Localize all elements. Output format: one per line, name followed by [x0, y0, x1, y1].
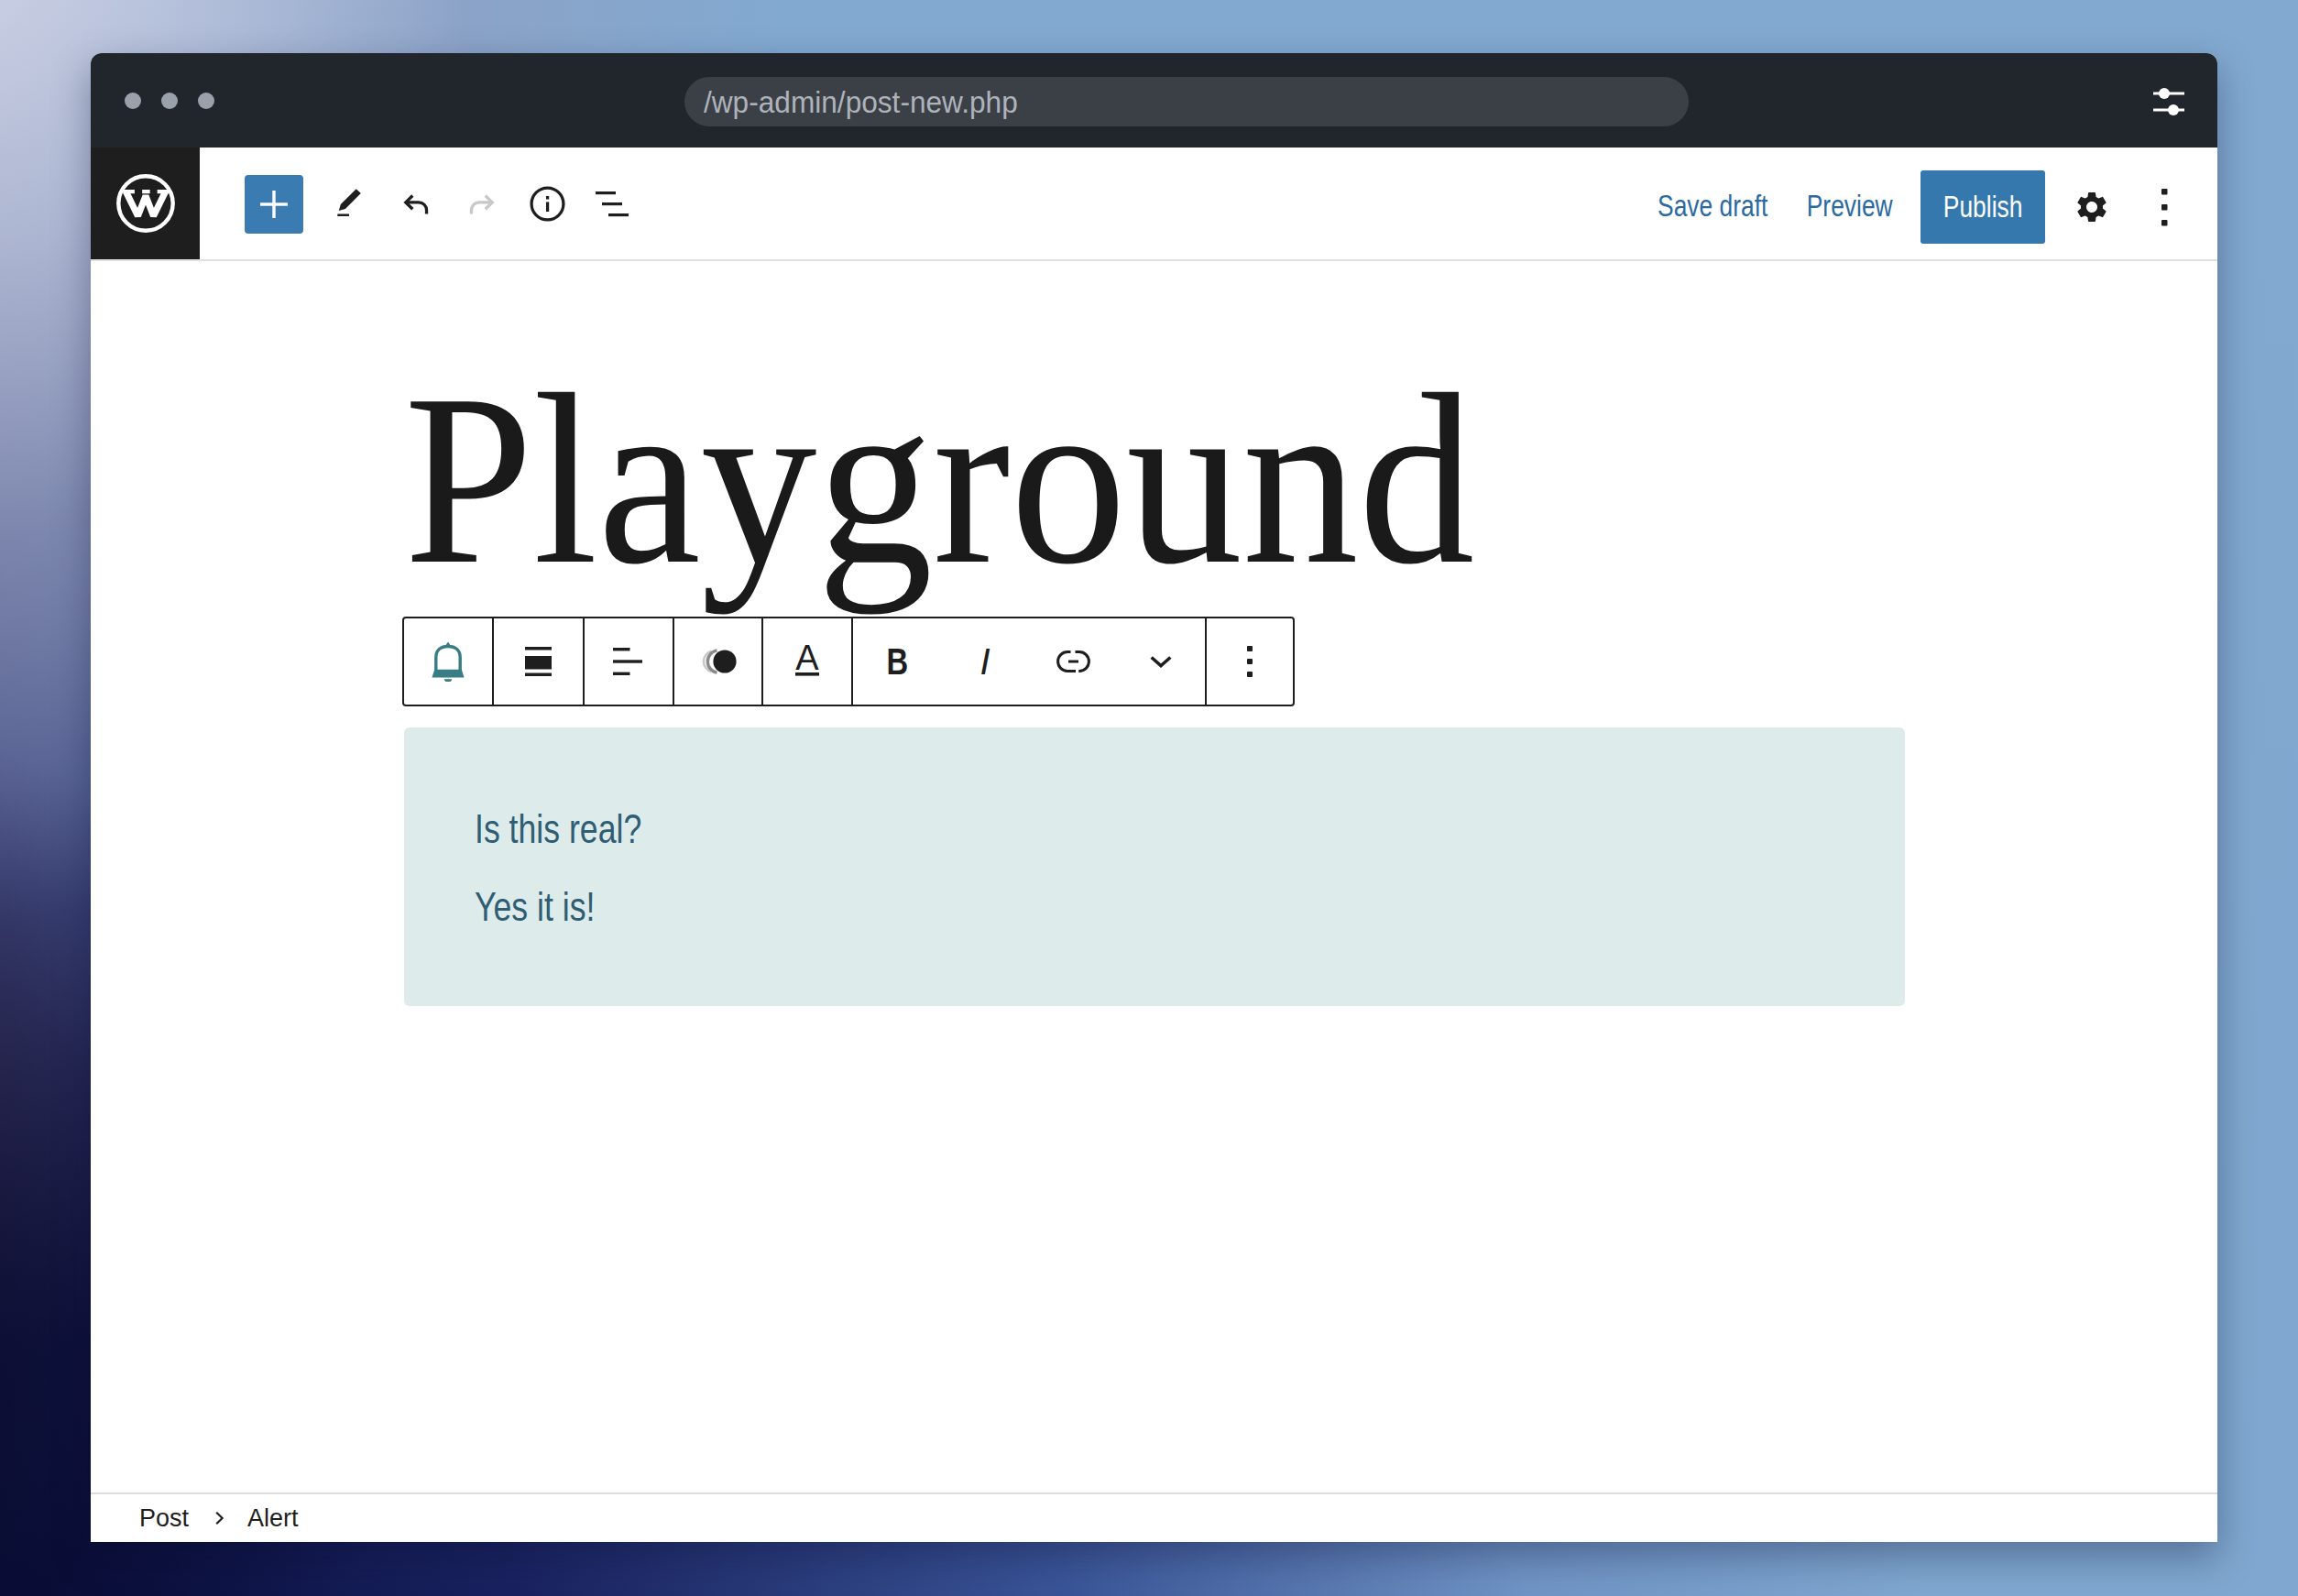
svg-text:A: A — [795, 645, 819, 677]
